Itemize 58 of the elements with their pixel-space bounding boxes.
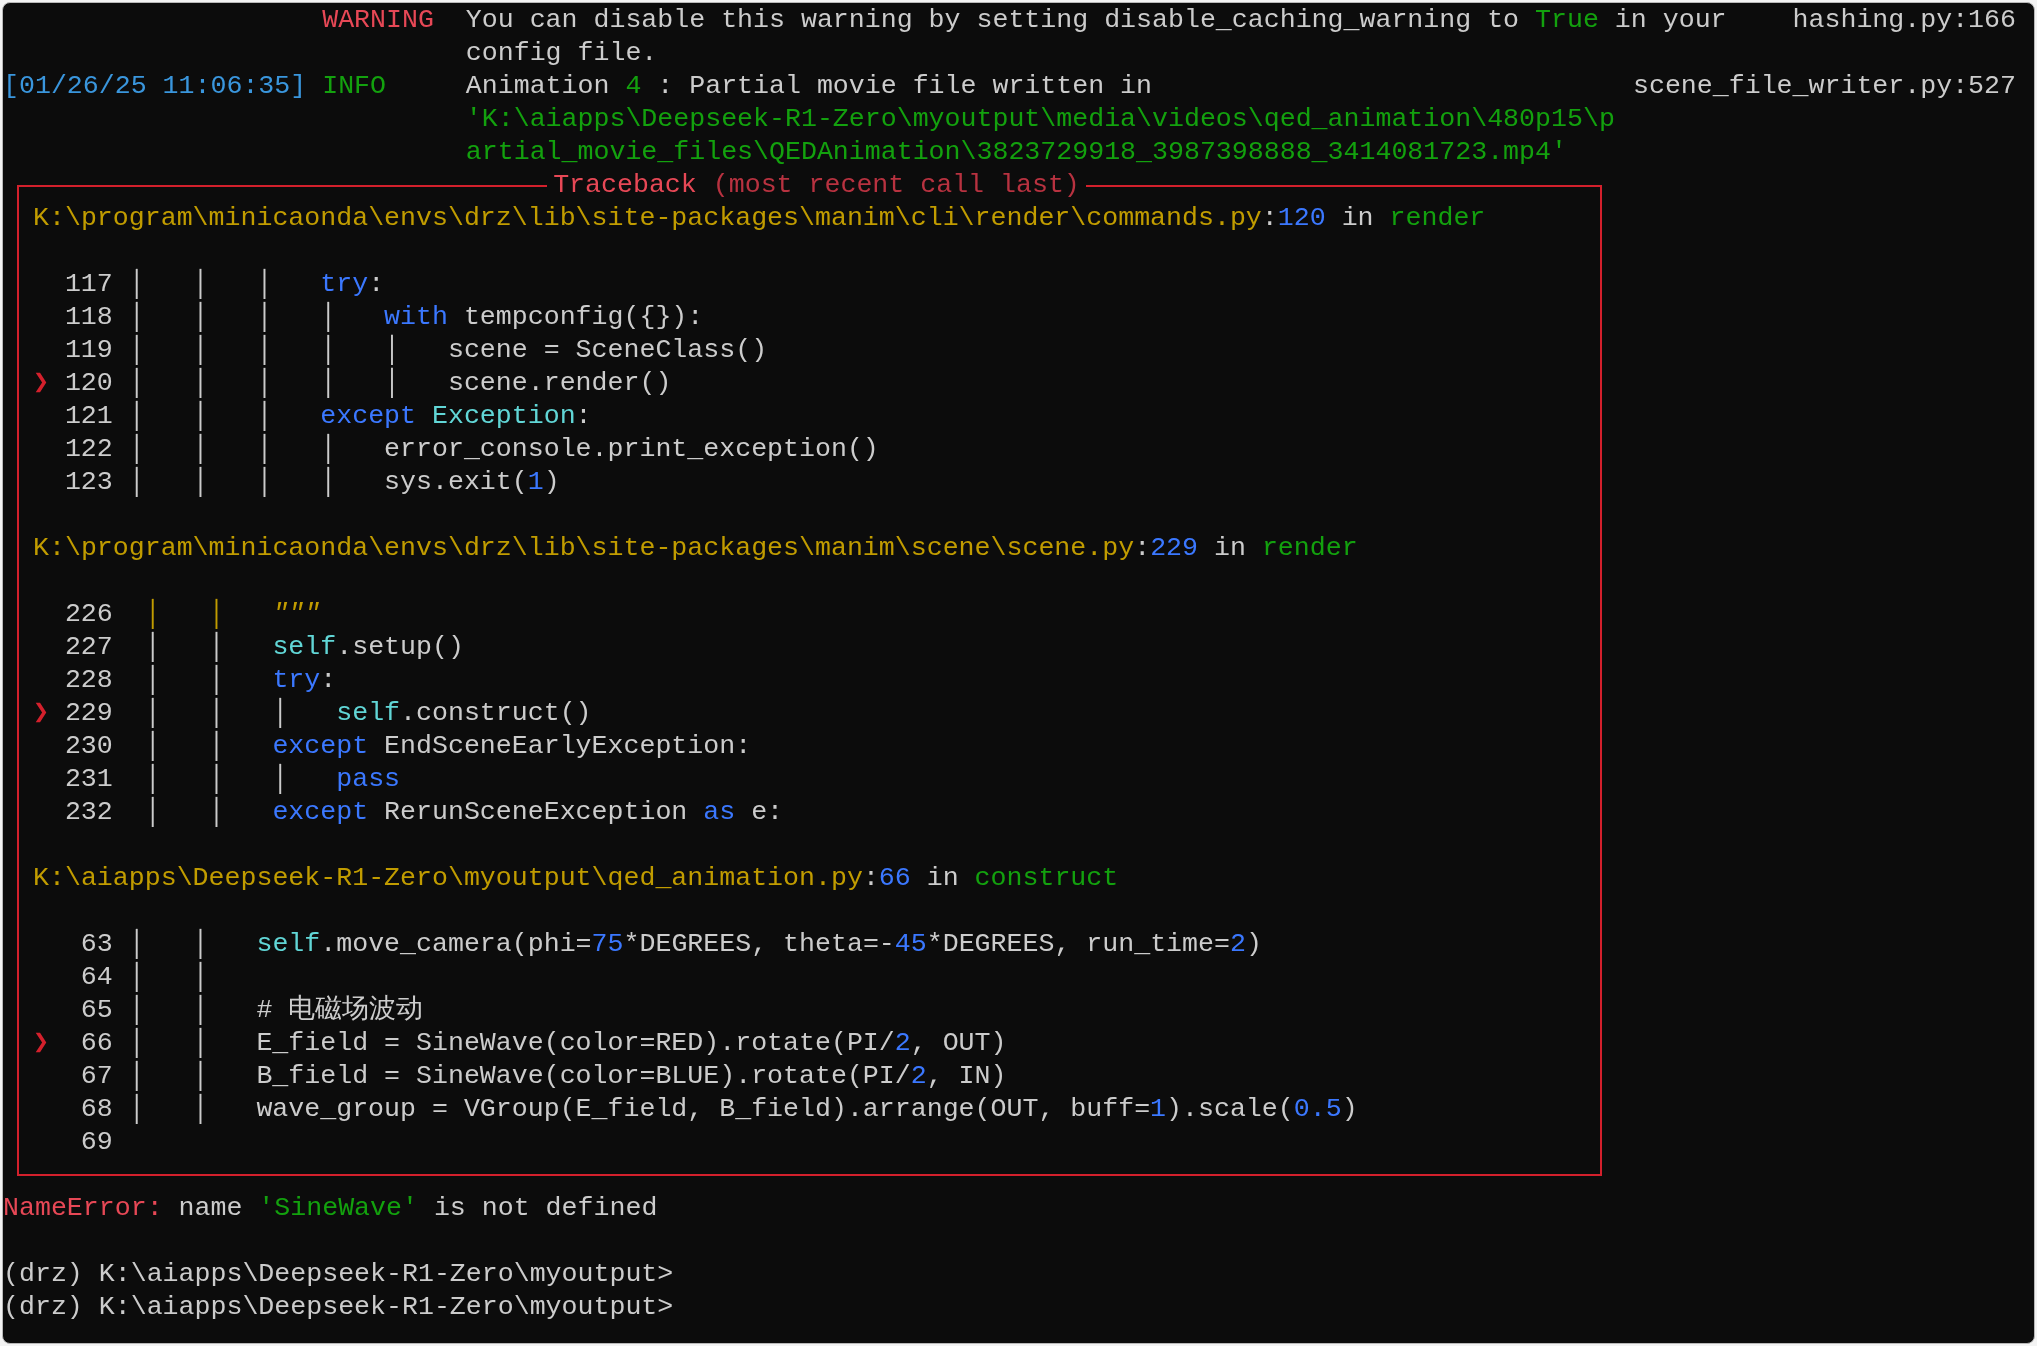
line-number: 122 (64, 433, 113, 466)
line-number: 230 (64, 730, 113, 763)
frame-location: K:\aiapps\Deepseek-R1-Zero\myoutput\qed_animation.py:66 in construct (33, 862, 1120, 895)
code-line: │ │ │ pass (143, 763, 401, 796)
line-number: 231 (64, 763, 113, 796)
code-line: │ │ │ │ error_console.print_exception() (127, 433, 879, 466)
traceback-title: Traceback (most recent call last) (552, 169, 1081, 202)
source-location: hashing.py:166 (1792, 4, 2016, 37)
frame-location: K:\program\minicaonda\envs\drz\lib\site-packages\manim\scene\scene.py:229 in render (33, 532, 1359, 565)
code-line: │ │ except EndSceneEarlyException: (143, 730, 752, 763)
code-line: │ │ │ self.construct() (143, 697, 592, 730)
timestamp: [01/26/25 11:06:35] (3, 70, 308, 103)
line-number: 67 (79, 1060, 113, 1093)
line-number: 68 (79, 1093, 113, 1126)
code-line: │ │ │ │ with tempconfig({}): (127, 301, 704, 334)
code-line: │ │ │ │ │ scene.render() (127, 367, 672, 400)
line-number: 118 (64, 301, 113, 334)
line-number: 119 (64, 334, 113, 367)
line-number: 123 (64, 466, 113, 499)
line-number: 121 (64, 400, 113, 433)
code-line: │ │ # 电磁场波动 (127, 994, 424, 1027)
code-line: │ │ │ │ │ scene = SceneClass() (127, 334, 768, 367)
line-number: 229 (64, 697, 113, 730)
current-line-marker: ❯ (33, 1027, 50, 1060)
code-line: │ │ │ try: (127, 268, 385, 301)
code-line: │ │ wave_group = VGroup(E_field, B_field).arrange(OUT, buff=1).scale(0.5) (127, 1093, 1358, 1126)
line-number: 120 (64, 367, 113, 400)
line-number: 232 (64, 796, 113, 829)
log-message: Animation 4 : Partial movie file written in 'K:\aiapps\Deepseek-R1-Zero\myoutput\media\videos\qed_animation\480p15\p artial_movie_files\QEDAnimation\3823729918_3987398888_3414081723.mp4' (465, 70, 1616, 169)
line-number: 117 (64, 268, 113, 301)
log-level: INFO (322, 70, 387, 103)
line-number: 227 (64, 631, 113, 664)
code-line: │ │ │ │ sys.exit(1) (127, 466, 560, 499)
line-number: 226 (64, 598, 113, 631)
frame-location: K:\program\minicaonda\envs\drz\lib\site-packages\manim\cli\render\commands.py:120 in render (33, 202, 1487, 235)
code-line: │ │ self.move_camera(phi=75*DEGREES, theta=-45*DEGREES, run_time=2) (127, 928, 1262, 961)
code-line: │ │ E_field = SineWave(color=RED).rotate(PI/2, OUT) (127, 1027, 1007, 1060)
command-prompt: (drz) K:\aiapps\Deepseek-R1-Zero\myoutput> (3, 1259, 674, 1289)
command-prompt: (drz) K:\aiapps\Deepseek-R1-Zero\myoutput> (3, 1292, 674, 1322)
code-line: │ │ except RerunSceneException as e: (143, 796, 784, 829)
current-line-marker: ❯ (33, 367, 50, 400)
error-message: NameError: name 'SineWave' is not defined (3, 1193, 658, 1223)
line-number: 65 (79, 994, 113, 1027)
current-line-marker: ❯ (33, 697, 50, 730)
code-line: │ │ try: (143, 664, 337, 697)
line-number: 63 (79, 928, 113, 961)
source-location: scene_file_writer.py:527 (1633, 70, 2016, 103)
line-number: 228 (64, 664, 113, 697)
code-line: │ │ B_field = SineWave(color=BLUE).rotate(PI/2, IN) (127, 1060, 1007, 1093)
log-level: WARNING (322, 4, 435, 37)
log-message: You can disable this warning by setting disable_caching_warning to True in your config file. (465, 4, 1728, 70)
code-line: │ │ """ (143, 598, 321, 631)
line-number: 69 (79, 1126, 113, 1159)
code-line: │ │ self.setup() (143, 631, 464, 664)
line-number: 66 (79, 1027, 113, 1060)
code-line: │ │ (127, 961, 209, 994)
line-number: 64 (79, 961, 113, 994)
code-line: │ │ │ except Exception: (127, 400, 592, 433)
